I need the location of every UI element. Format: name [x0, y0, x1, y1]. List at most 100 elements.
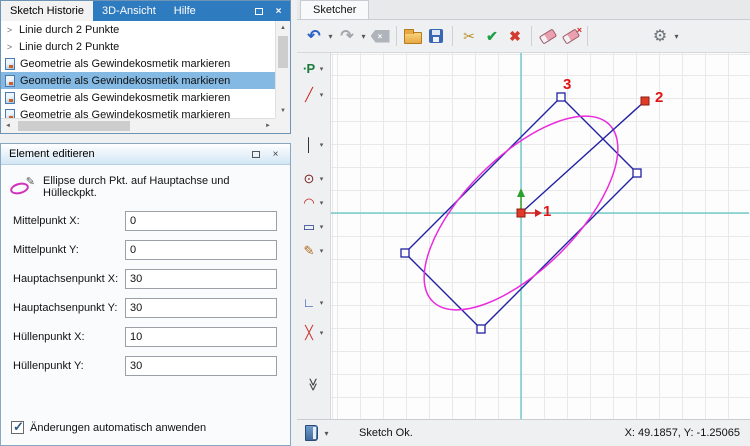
field-row: Hüllenpunkt Y: — [13, 356, 277, 376]
arc-tool[interactable]: ◠ — [298, 191, 329, 213]
axis-line-tool[interactable]: │ — [298, 133, 329, 155]
open-button[interactable] — [402, 24, 424, 48]
erase-button[interactable] — [537, 24, 559, 48]
tool-dropdown[interactable] — [318, 62, 326, 74]
sketcher-tabbar: Sketcher — [297, 0, 750, 20]
save-button[interactable] — [425, 24, 447, 48]
list-item-label: Geometrie als Gewindekosmetik markieren — [20, 108, 231, 119]
vertical-scroll-thumb[interactable] — [278, 36, 288, 68]
tool-dropdown[interactable] — [318, 196, 326, 208]
scroll-up-icon[interactable]: ▲ — [276, 21, 290, 35]
float-square — [251, 150, 260, 158]
toolbar-separator — [452, 26, 453, 46]
list-item[interactable]: Geometrie als Gewindekosmetik markieren — [1, 55, 275, 72]
toolbar-separator — [396, 26, 397, 46]
history-window-buttons: × — [250, 1, 290, 21]
element-panel-titlebar: Element editieren × — [1, 144, 290, 165]
scroll-left-icon[interactable]: ◄ — [1, 119, 15, 133]
float-icon[interactable] — [247, 147, 264, 162]
field-label: Hüllenpunkt Y: — [13, 360, 84, 372]
vertex-handle-left[interactable] — [400, 248, 410, 258]
hauptachsenpunkt-y-field[interactable] — [125, 298, 277, 318]
chevron-right-icon: > — [6, 41, 13, 52]
freehand-tool[interactable]: ✎ — [298, 239, 329, 261]
tab-sketcher[interactable]: Sketcher — [300, 0, 370, 19]
vertical-scrollbar[interactable]: ▲ ▼ — [275, 21, 290, 118]
point-tool[interactable]: ∙P — [298, 57, 329, 79]
close-icon[interactable]: × — [267, 147, 284, 162]
tool-dropdown[interactable] — [318, 296, 326, 308]
list-item[interactable]: > Linie durch 2 Punkte — [1, 38, 275, 55]
tab-hilfe[interactable]: Hilfe — [165, 1, 205, 21]
field-label: Mittelpunkt X: — [13, 215, 80, 227]
cut-button[interactable]: ✂ — [458, 24, 480, 48]
vertex-handle-bottom[interactable] — [476, 324, 486, 334]
huellenpunkt-y-field[interactable] — [125, 356, 277, 376]
tool-dropdown[interactable] — [318, 138, 326, 150]
toolbar-separator — [531, 26, 532, 46]
more-tools-button[interactable]: ≫ — [298, 373, 329, 395]
mittelpunkt-x-field[interactable] — [125, 211, 277, 231]
tool-description: Ellipse durch Pkt. auf Hauptachse und Hü… — [43, 175, 230, 199]
tab-3d-ansicht[interactable]: 3D-Ansicht — [93, 1, 165, 21]
undo-button[interactable]: ↶ — [303, 24, 325, 48]
scroll-right-icon[interactable]: ► — [261, 119, 275, 133]
origin-y-arrowhead — [517, 188, 525, 197]
geometry-doc-icon — [5, 91, 15, 104]
fillet-tool[interactable]: ∟ — [298, 291, 329, 313]
circle-tool[interactable]: ⊙ — [298, 167, 329, 189]
vertex-handle-top[interactable] — [556, 92, 566, 102]
horizontal-scroll-thumb[interactable] — [18, 121, 130, 131]
redo-button[interactable]: ↷ — [336, 24, 358, 48]
vertex-handle-right[interactable] — [632, 168, 642, 178]
scrollbar-corner — [275, 118, 290, 133]
sketch-history-window: Sketch Historie 3D-Ansicht Hilfe × > Lin… — [0, 0, 291, 134]
close-icon[interactable]: × — [270, 4, 287, 19]
settings-button[interactable]: ⚙ — [649, 24, 671, 48]
field-row: Hüllenpunkt X: — [13, 327, 277, 347]
delete-button[interactable]: × — [369, 24, 391, 48]
tool-dropdown[interactable] — [318, 220, 326, 232]
sketcher-main: ∙P ╱ │ ⊙ ◠ ▭ ✎ ∟ ╳ ≫ — [297, 53, 750, 419]
point-handle-1[interactable] — [516, 208, 526, 218]
sketch-drawing: 1 2 3 — [331, 53, 749, 419]
scroll-down-icon[interactable]: ▼ — [276, 104, 290, 118]
geometry-doc-icon — [5, 74, 15, 87]
list-item[interactable]: Geometrie als Gewindekosmetik markieren — [1, 106, 275, 118]
list-item[interactable]: Geometrie als Gewindekosmetik markieren — [1, 89, 275, 106]
tab-sketch-historie[interactable]: Sketch Historie — [1, 1, 93, 21]
auto-apply-checkbox[interactable] — [11, 419, 24, 435]
sketch-book-dropdown[interactable] — [322, 421, 331, 445]
tool-dropdown[interactable] — [318, 244, 326, 256]
scissors-icon: ✂ — [463, 27, 475, 44]
status-message: Sketch Ok. — [359, 427, 413, 439]
line-tool[interactable]: ╱ — [298, 83, 329, 105]
rectangle-tool[interactable]: ▭ — [298, 215, 329, 237]
panel-title: Element editieren — [9, 148, 95, 160]
element-panel-buttons: × — [247, 147, 287, 162]
rectangle-icon: ▭ — [302, 218, 316, 234]
cancel-button[interactable]: ✖ — [504, 24, 526, 48]
tool-dropdown[interactable] — [318, 326, 326, 338]
huellenpunkt-x-field[interactable] — [125, 327, 277, 347]
hauptachsenpunkt-x-field[interactable] — [125, 269, 277, 289]
open-folder-icon — [404, 28, 422, 44]
sketch-book-icon[interactable] — [305, 425, 318, 441]
accept-button[interactable]: ✔ — [481, 24, 503, 48]
chevron-right-icon: > — [6, 24, 13, 35]
settings-dropdown[interactable] — [672, 24, 681, 48]
erase-constraints-button[interactable]: × — [560, 24, 582, 48]
redo-dropdown[interactable] — [359, 24, 368, 48]
tool-dropdown[interactable] — [318, 88, 326, 100]
field-row: Hauptachsenpunkt X: — [13, 269, 277, 289]
trim-tool[interactable]: ╳ — [298, 321, 329, 343]
horizontal-scrollbar[interactable]: ◄ ► — [1, 118, 275, 133]
tool-dropdown[interactable] — [318, 172, 326, 184]
list-item-selected[interactable]: Geometrie als Gewindekosmetik markieren — [1, 72, 275, 89]
mittelpunkt-y-field[interactable] — [125, 240, 277, 260]
restore-icon[interactable] — [250, 4, 267, 19]
point-handle-2[interactable] — [640, 96, 650, 106]
list-item[interactable]: > Linie durch 2 Punkte — [1, 21, 275, 38]
undo-dropdown[interactable] — [326, 24, 335, 48]
sketch-canvas[interactable]: 1 2 3 — [331, 53, 750, 419]
